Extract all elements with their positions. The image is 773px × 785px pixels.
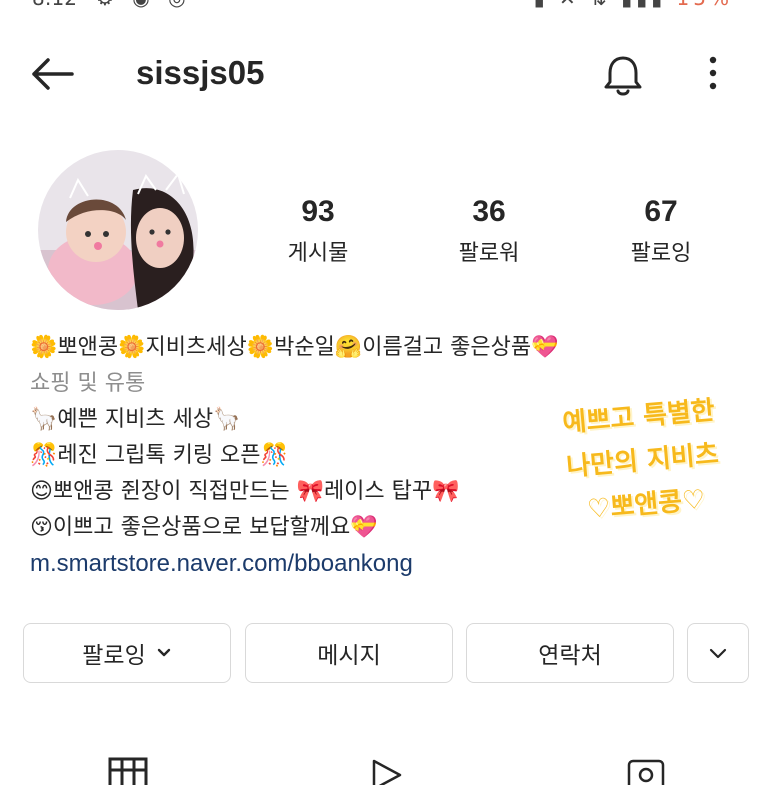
profile-avatar[interactable] [38,150,198,310]
stat-following[interactable]: 67 팔로잉 [591,195,731,267]
posts-label: 게시물 [287,241,349,266]
following-count: 67 [644,195,678,228]
chevron-down-icon [157,648,170,657]
message-button-label: 메시지 [317,643,381,669]
avatar-photo [38,150,198,310]
chevron-down-icon [709,648,727,659]
followers-count: 36 [472,195,506,228]
profile-username: sissjs05 [136,54,265,91]
contact-button-label: 연락처 [538,643,602,669]
bell-icon[interactable] [600,52,646,98]
bio-line-1: 🌼뽀앤콩🌼지비츠세상🌼박순일🤗이름걸고 좋은상품💝 [30,335,559,360]
followers-label: 팔로워 [458,241,520,266]
back-arrow-icon[interactable] [28,54,76,94]
system-icons: ▮ ✕ ⇅ ▮▮▮ 15% [534,0,733,10]
status-time: 8:12 [32,0,77,10]
message-button[interactable]: 메시지 [245,623,453,683]
following-button-label: 팔로잉 [82,643,146,669]
following-button[interactable]: 팔로잉 [23,623,231,683]
suggested-accounts-button[interactable] [687,623,749,683]
battery-level: 15% [677,0,733,10]
posts-count: 93 [301,195,335,228]
stat-posts[interactable]: 93 게시물 [248,195,388,267]
tagged-icon[interactable] [626,755,666,785]
following-label: 팔로잉 [630,241,692,266]
reels-play-icon[interactable] [368,755,408,785]
stat-followers[interactable]: 36 팔로워 [419,195,559,267]
bio-website-link[interactable]: m.smartstore.naver.com/bboankong [30,546,750,582]
contact-button[interactable]: 연락처 [466,623,674,683]
notification-icons: ⚙ ◉ ◎ [96,0,192,10]
grid-icon[interactable] [108,755,148,785]
profile-tabs [0,755,773,785]
promo-overlay: 예쁘고 특별한 나만의 지비츠 ♡뽀앤콩♡ [515,385,771,538]
status-bar: 8:12 ⚙ ◉ ◎ ▮ ✕ ⇅ ▮▮▮ 15% [0,0,773,10]
more-options-icon[interactable] [700,54,726,94]
profile-header: sissjs05 [0,40,773,108]
